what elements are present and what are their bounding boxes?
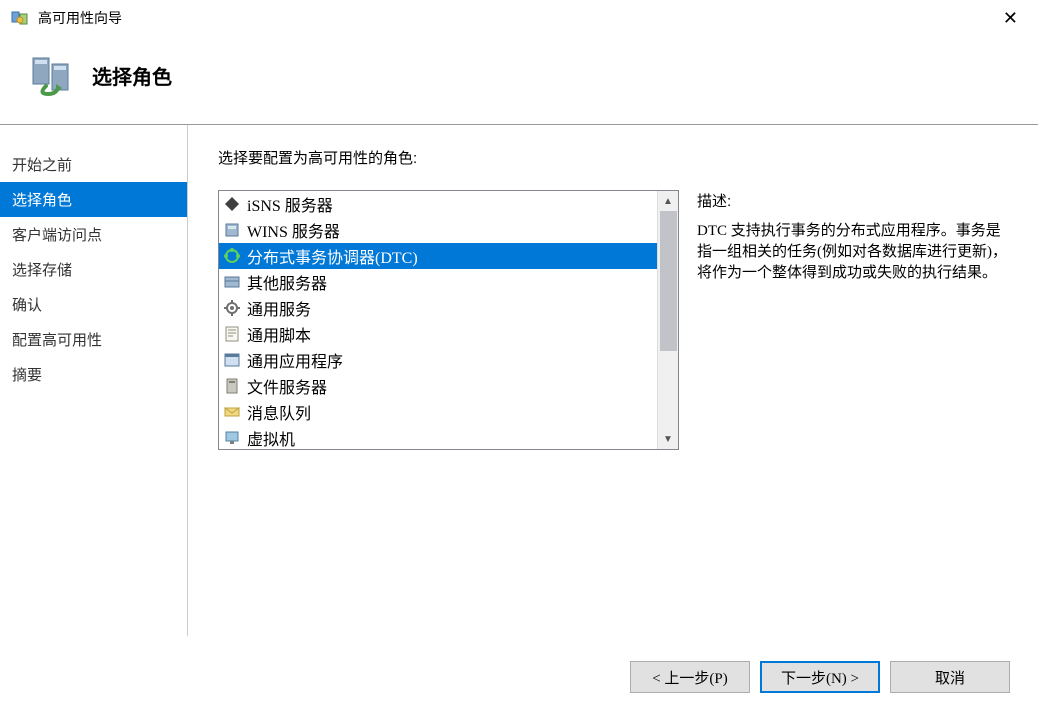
role-item-virtual-machine[interactable]: 虚拟机 bbox=[219, 425, 657, 450]
role-item-isns[interactable]: iSNS 服务器 bbox=[219, 191, 657, 217]
other-server-icon bbox=[223, 273, 241, 291]
wizard-header-icon bbox=[28, 50, 78, 100]
sidebar-item-confirm[interactable]: 确认 bbox=[0, 287, 187, 322]
role-item-label: 通用脚本 bbox=[247, 322, 311, 346]
description-text: DTC 支持执行事务的分布式应用程序。事务是指一组相关的任务(例如对各数据库进行… bbox=[697, 221, 1008, 284]
page-title: 选择角色 bbox=[92, 61, 172, 90]
role-item-label: WINS 服务器 bbox=[247, 218, 340, 242]
role-item-label: 分布式事务协调器(DTC) bbox=[247, 244, 418, 268]
wizard-header: 选择角色 bbox=[0, 36, 1038, 124]
wizard-steps-sidebar: 开始之前 选择角色 客户端访问点 选择存储 确认 配置高可用性 摘要 bbox=[0, 125, 187, 636]
role-item-label: iSNS 服务器 bbox=[247, 192, 333, 216]
window-title: 高可用性向导 bbox=[38, 8, 993, 28]
sidebar-item-configure-ha[interactable]: 配置高可用性 bbox=[0, 322, 187, 357]
wizard-button-bar: < 上一步(P) 下一步(N) > 取消 bbox=[0, 652, 1038, 702]
role-item-generic-app[interactable]: 通用应用程序 bbox=[219, 347, 657, 373]
sidebar-item-select-storage[interactable]: 选择存储 bbox=[0, 252, 187, 287]
scroll-up-button[interactable]: ▲ bbox=[658, 191, 678, 211]
role-selection-area: iSNS 服务器 WINS 服务器 分布式事务协调器(D bbox=[218, 190, 1008, 450]
role-item-label: 通用服务 bbox=[247, 296, 311, 320]
role-item-generic-script[interactable]: 通用脚本 bbox=[219, 321, 657, 347]
file-server-icon bbox=[223, 377, 241, 395]
role-listbox[interactable]: iSNS 服务器 WINS 服务器 分布式事务协调器(D bbox=[218, 190, 679, 450]
main-content: 开始之前 选择角色 客户端访问点 选择存储 确认 配置高可用性 摘要 选择要配置… bbox=[0, 124, 1038, 636]
scroll-down-button[interactable]: ▼ bbox=[658, 429, 678, 449]
close-button[interactable]: ✕ bbox=[993, 4, 1028, 33]
role-item-label: 文件服务器 bbox=[247, 374, 327, 398]
role-item-wins[interactable]: WINS 服务器 bbox=[219, 217, 657, 243]
role-item-other[interactable]: 其他服务器 bbox=[219, 269, 657, 295]
role-item-generic-service[interactable]: 通用服务 bbox=[219, 295, 657, 321]
content-pane: 选择要配置为高可用性的角色: iSNS 服务器 bbox=[187, 125, 1038, 636]
cancel-button[interactable]: 取消 bbox=[890, 661, 1010, 693]
next-button[interactable]: 下一步(N) > bbox=[760, 661, 880, 693]
role-list-inner: iSNS 服务器 WINS 服务器 分布式事务协调器(D bbox=[219, 191, 657, 450]
sidebar-item-before-begin[interactable]: 开始之前 bbox=[0, 147, 187, 182]
role-item-message-queue[interactable]: 消息队列 bbox=[219, 399, 657, 425]
role-item-file-server[interactable]: 文件服务器 bbox=[219, 373, 657, 399]
vm-icon bbox=[223, 429, 241, 447]
gear-icon bbox=[223, 299, 241, 317]
role-item-label: 消息队列 bbox=[247, 400, 311, 424]
sidebar-item-select-role[interactable]: 选择角色 bbox=[0, 182, 187, 217]
sidebar-item-client-access[interactable]: 客户端访问点 bbox=[0, 217, 187, 252]
diamond-icon bbox=[223, 195, 241, 213]
app-icon bbox=[10, 8, 30, 28]
role-item-label: 通用应用程序 bbox=[247, 348, 343, 372]
titlebar: 高可用性向导 ✕ bbox=[0, 0, 1038, 36]
scrollbar[interactable]: ▲ ▼ bbox=[657, 191, 678, 449]
app-window-icon bbox=[223, 351, 241, 369]
script-icon bbox=[223, 325, 241, 343]
role-item-dtc[interactable]: 分布式事务协调器(DTC) bbox=[219, 243, 657, 269]
description-label: 描述: bbox=[697, 190, 1008, 211]
role-item-label: 虚拟机 bbox=[247, 426, 295, 450]
sidebar-item-summary[interactable]: 摘要 bbox=[0, 357, 187, 392]
server-icon bbox=[223, 221, 241, 239]
scroll-thumb[interactable] bbox=[660, 211, 677, 351]
role-item-label: 其他服务器 bbox=[247, 270, 327, 294]
queue-icon bbox=[223, 403, 241, 421]
instruction-text: 选择要配置为高可用性的角色: bbox=[218, 147, 1008, 168]
previous-button[interactable]: < 上一步(P) bbox=[630, 661, 750, 693]
dtc-icon bbox=[223, 247, 241, 265]
description-panel: 描述: DTC 支持执行事务的分布式应用程序。事务是指一组相关的任务(例如对各数… bbox=[697, 190, 1008, 450]
